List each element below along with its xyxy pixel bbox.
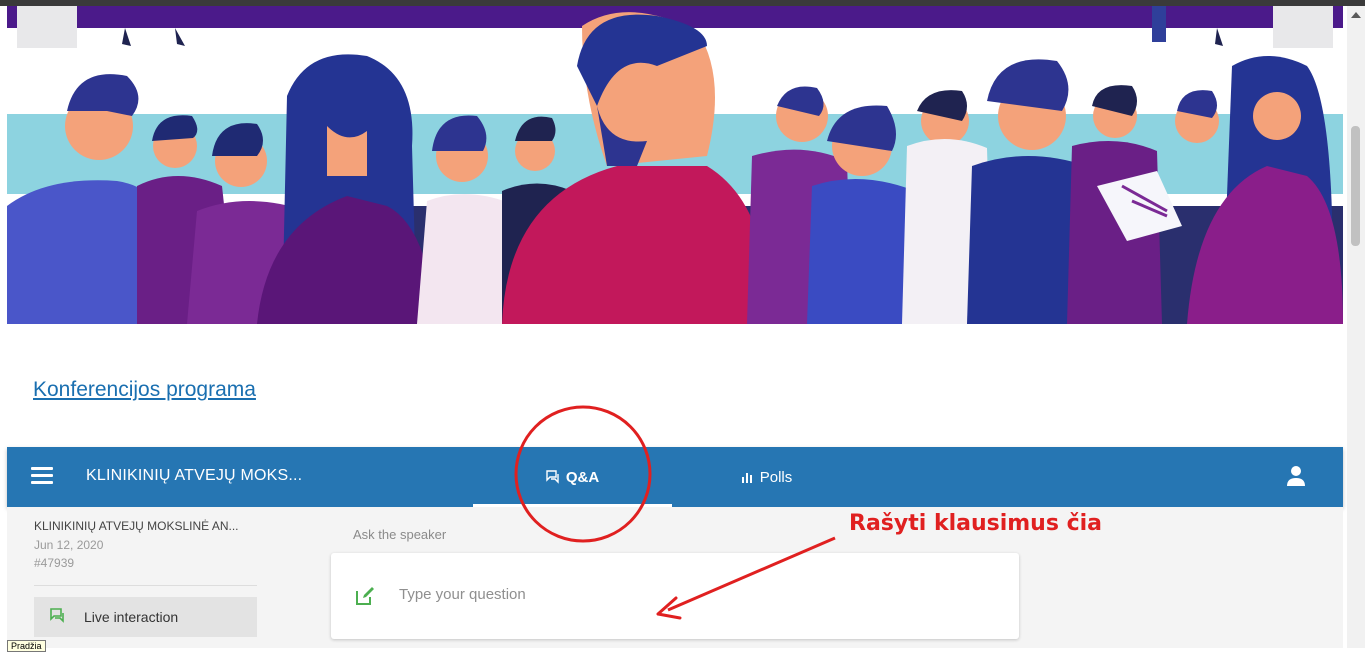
ask-the-speaker-label: Ask the speaker <box>353 527 447 542</box>
conference-program-link[interactable]: Konferencijos programa <box>33 378 256 402</box>
sidebar-event-date: Jun 12, 2020 <box>34 538 104 552</box>
event-title: KLINIKINIŲ ATVEJŲ MOKS... <box>86 467 303 484</box>
live-chat-icon <box>50 608 64 623</box>
tab-qa-label: Q&A <box>565 468 600 486</box>
conference-banner-illustration <box>7 6 1343 324</box>
sidebar-divider <box>34 585 257 586</box>
hamburger-menu-icon[interactable] <box>31 467 53 485</box>
user-account-icon[interactable] <box>1285 465 1307 487</box>
edit-question-icon <box>356 587 374 605</box>
bar-chart-icon <box>741 473 752 483</box>
chat-bubbles-icon <box>546 470 559 484</box>
sidebar-item-label: Live interaction <box>84 609 179 625</box>
app-header-bar: KLINIKINIŲ ATVEJŲ MOKS... Q&A Polls <box>7 447 1343 507</box>
page-scrollbar[interactable] <box>1347 6 1365 648</box>
home-tooltip: Pradžia <box>7 640 46 652</box>
sidebar-item-live-interaction[interactable]: Live interaction <box>34 597 257 637</box>
tab-polls[interactable]: Polls <box>707 447 827 507</box>
sidebar-event-name: KLINIKINIŲ ATVEJŲ MOKSLINĖ AN... <box>34 519 239 533</box>
event-sidebar: KLINIKINIŲ ATVEJŲ MOKSLINĖ AN... Jun 12,… <box>17 507 257 648</box>
annotation-label: Rašyti klausimus čia <box>849 511 1103 536</box>
scrollbar-thumb[interactable] <box>1351 126 1360 246</box>
tab-polls-label: Polls <box>759 468 793 486</box>
tab-qa[interactable]: Q&A <box>473 447 672 507</box>
question-input[interactable] <box>399 586 959 603</box>
sidebar-event-code: #47939 <box>34 556 75 570</box>
scroll-up-arrow-icon[interactable] <box>1351 12 1361 18</box>
question-input-card[interactable] <box>331 553 1019 639</box>
